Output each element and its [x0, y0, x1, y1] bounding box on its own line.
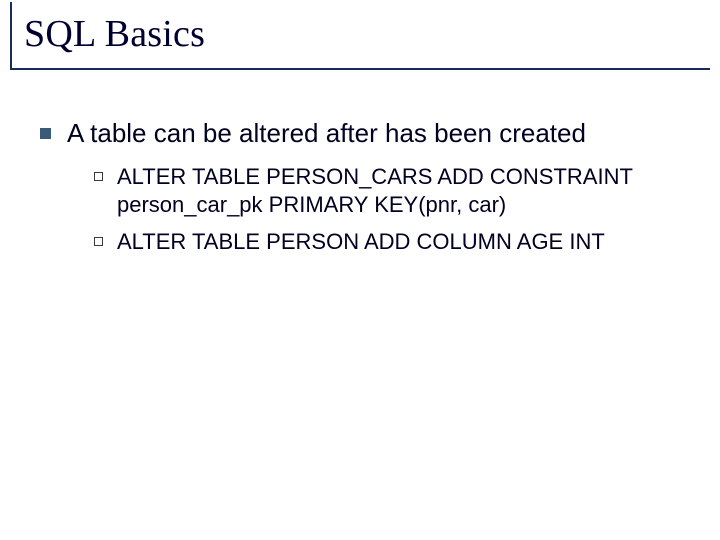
bullet-level2-text: ALTER TABLE PERSON ADD COLUMN AGE INT [117, 228, 605, 257]
square-bullet-icon [40, 128, 51, 139]
bullet-level2: ALTER TABLE PERSON_CARS ADD CONSTRAINT p… [94, 163, 680, 220]
bullet-level1: A table can be altered after has been cr… [40, 118, 680, 149]
slide-body: A table can be altered after has been cr… [40, 118, 680, 264]
hollow-square-bullet-icon [94, 237, 103, 246]
bullet-level1-text: A table can be altered after has been cr… [67, 118, 586, 149]
bullet-level2-list: ALTER TABLE PERSON_CARS ADD CONSTRAINT p… [94, 163, 680, 257]
bullet-level2-text: ALTER TABLE PERSON_CARS ADD CONSTRAINT p… [117, 163, 680, 220]
slide-title: SQL Basics [24, 12, 696, 56]
title-area: SQL Basics [24, 12, 696, 62]
hollow-square-bullet-icon [94, 172, 103, 181]
bullet-level2: ALTER TABLE PERSON ADD COLUMN AGE INT [94, 228, 680, 257]
title-rule-vertical [10, 2, 12, 68]
title-rule [10, 68, 710, 70]
slide: SQL Basics A table can be altered after … [0, 0, 720, 540]
